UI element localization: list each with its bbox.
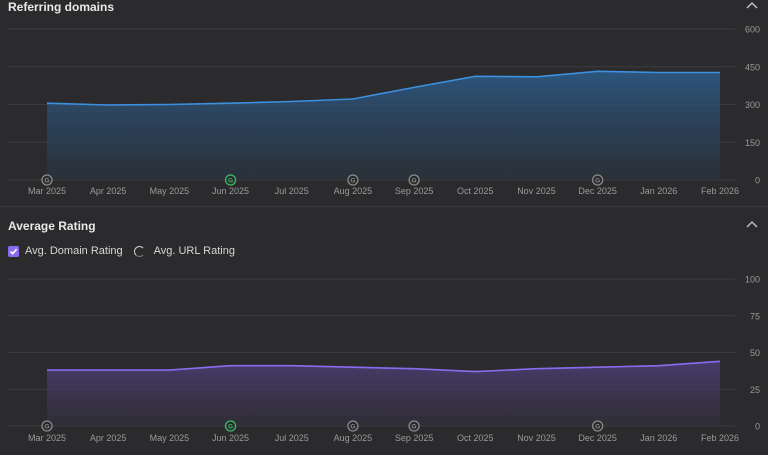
y-tick-label: 0: [755, 176, 760, 186]
y-tick-label: 600: [745, 25, 760, 35]
y-tick-label: 50: [750, 348, 760, 358]
y-tick-label: 150: [745, 138, 760, 148]
google-update-marker-icon: G: [408, 420, 420, 432]
google-update-marker-icon: G: [224, 174, 237, 186]
google-update-marker-icon: G: [41, 174, 53, 186]
x-tick-label: May 2025: [150, 186, 190, 196]
x-tick-label: Mar 2025: [28, 186, 66, 196]
x-tick-label: Oct 2025: [457, 433, 494, 443]
referring-domains-section: Referring domains 0 150 300 450 600 Mar 2025 A…: [0, 0, 768, 206]
marker-label: G: [44, 178, 49, 185]
x-tick-label: Jan 2026: [640, 186, 677, 196]
marker-label: G: [595, 424, 600, 431]
google-update-marker-icon: G: [347, 174, 359, 186]
x-tick-label: Mar 2025: [28, 433, 66, 443]
y-tick-label: 75: [750, 311, 760, 321]
x-tick-label: May 2025: [150, 433, 190, 443]
google-update-marker-icon: G: [591, 420, 604, 432]
marker-label: G: [228, 424, 233, 431]
marker-label: G: [350, 424, 355, 431]
marker-label: G: [228, 178, 233, 185]
x-tick-label: Aug 2025: [334, 433, 373, 443]
referring-domains-chart: 0 150 300 450 600 Mar 2025 Apr 2025 May 2025 Jun…: [8, 25, 760, 196]
x-tick-label: Sep 2025: [395, 433, 434, 443]
x-tick-label: Jun 2025: [212, 433, 249, 443]
average-rating-section: Average Rating Avg. Domain Rating Avg. U…: [0, 206, 768, 455]
x-tick-label: Jun 2025: [212, 186, 249, 196]
x-tick-label: Feb 2026: [701, 186, 739, 196]
google-update-marker-icon: G: [224, 420, 237, 432]
google-update-marker-icon: G: [41, 420, 53, 432]
marker-label: G: [595, 178, 600, 185]
x-tick-label: Dec 2025: [578, 433, 617, 443]
x-tick-label: Apr 2025: [90, 186, 127, 196]
x-tick-label: Jan 2026: [640, 433, 677, 443]
google-update-marker-icon: G: [408, 174, 420, 186]
x-tick-label: Dec 2025: [578, 186, 617, 196]
x-tick-label: Jul 2025: [275, 433, 309, 443]
y-tick-label: 25: [750, 385, 760, 395]
google-update-marker-icon: G: [591, 174, 604, 186]
marker-label: G: [350, 178, 355, 185]
y-tick-label: 300: [745, 100, 760, 110]
x-tick-label: Nov 2025: [517, 433, 556, 443]
x-tick-label: Apr 2025: [90, 433, 127, 443]
x-tick-label: Jul 2025: [275, 186, 309, 196]
y-tick-label: 0: [755, 422, 760, 432]
x-tick-label: Aug 2025: [334, 186, 373, 196]
series-area: [47, 71, 720, 180]
google-update-marker-icon: G: [347, 420, 359, 432]
marker-label: G: [412, 424, 417, 431]
marker-label: G: [412, 178, 417, 185]
x-tick-label: Nov 2025: [517, 186, 556, 196]
series-area: [47, 361, 720, 426]
x-tick-label: Oct 2025: [457, 186, 494, 196]
marker-label: G: [44, 424, 49, 431]
x-tick-label: Sep 2025: [395, 186, 434, 196]
average-rating-chart: 0 25 50 75 100 Mar 2025 Apr 2025 May 2025 Jun 20…: [8, 275, 760, 443]
x-tick-label: Feb 2026: [701, 433, 739, 443]
y-tick-label: 450: [745, 62, 760, 72]
y-tick-label: 100: [745, 275, 760, 285]
